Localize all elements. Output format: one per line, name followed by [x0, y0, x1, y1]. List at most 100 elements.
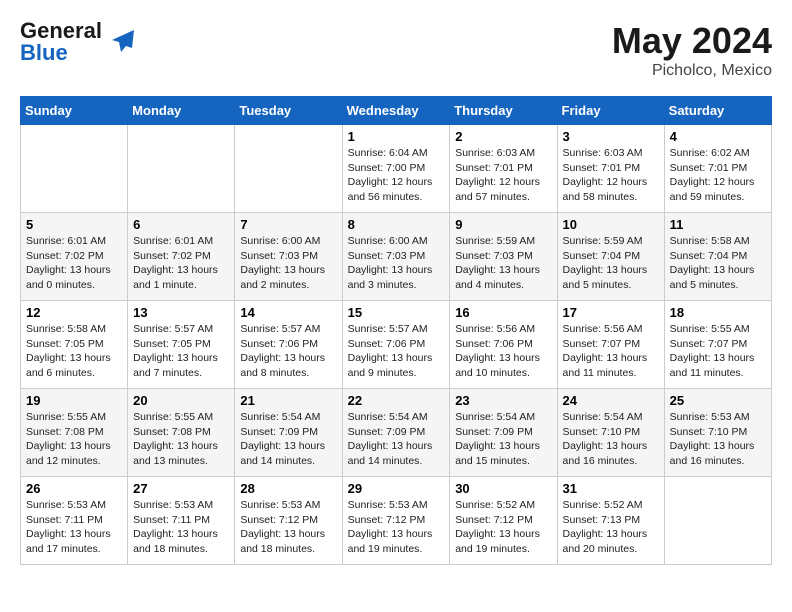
- day-number: 22: [348, 393, 445, 408]
- day-number: 1: [348, 129, 445, 144]
- calendar-cell: 18Sunrise: 5:55 AMSunset: 7:07 PMDayligh…: [664, 301, 771, 389]
- month-title: May 2024: [612, 20, 772, 62]
- day-number: 30: [455, 481, 551, 496]
- col-header-friday: Friday: [557, 97, 664, 125]
- day-info: Sunrise: 5:55 AMSunset: 7:08 PMDaylight:…: [26, 410, 122, 469]
- day-info: Sunrise: 5:52 AMSunset: 7:13 PMDaylight:…: [563, 498, 659, 557]
- calendar-cell: 31 Sunrise: 5:52 AMSunset: 7:13 PMDayligh…: [557, 477, 664, 565]
- day-info: Sunrise: 5:53 AMSunset: 7:12 PMDaylight:…: [240, 498, 336, 557]
- day-info: Sunrise: 6:00 AMSunset: 7:03 PMDaylight:…: [348, 234, 445, 293]
- day-info: Sunrise: 6:01 AMSunset: 7:02 PMDaylight:…: [26, 234, 122, 293]
- day-number: 28: [240, 481, 336, 496]
- calendar-week-3: 12 Sunrise: 5:58 AMSunset: 7:05 PMDayligh…: [21, 301, 772, 389]
- day-number: 3: [563, 129, 659, 144]
- logo-general: General: [20, 20, 102, 42]
- page-header: General Blue May 2024 Picholco, Mexico: [20, 20, 772, 80]
- day-info: Sunrise: 5:54 AMSunset: 7:09 PMDaylight:…: [348, 410, 445, 469]
- day-number: 12: [26, 305, 122, 320]
- day-info: Sunrise: 5:57 AMSunset: 7:05 PMDaylight:…: [133, 322, 229, 381]
- calendar-cell: 6Sunrise: 6:01 AMSunset: 7:02 PMDaylight…: [128, 213, 235, 301]
- calendar-week-2: 5 Sunrise: 6:01 AMSunset: 7:02 PMDaylight…: [21, 213, 772, 301]
- calendar-cell: 14Sunrise: 5:57 AMSunset: 7:06 PMDayligh…: [235, 301, 342, 389]
- day-number: 15: [348, 305, 445, 320]
- calendar-cell: 29Sunrise: 5:53 AMSunset: 7:12 PMDayligh…: [342, 477, 450, 565]
- day-number: 13: [133, 305, 229, 320]
- day-number: 10: [563, 217, 659, 232]
- day-number: 16: [455, 305, 551, 320]
- calendar-cell: 7 Sunrise: 6:00 AMSunset: 7:03 PMDaylight…: [235, 213, 342, 301]
- day-number: 8: [348, 217, 445, 232]
- day-number: 25: [670, 393, 766, 408]
- calendar-cell: 3Sunrise: 6:03 AMSunset: 7:01 PMDaylight…: [557, 125, 664, 213]
- day-info: Sunrise: 5:54 AMSunset: 7:10 PMDaylight:…: [563, 410, 659, 469]
- calendar-cell: [664, 477, 771, 565]
- day-info: Sunrise: 6:03 AMSunset: 7:01 PMDaylight:…: [455, 146, 551, 205]
- calendar-cell: 5 Sunrise: 6:01 AMSunset: 7:02 PMDaylight…: [21, 213, 128, 301]
- day-number: 4: [670, 129, 766, 144]
- calendar-cell: 9Sunrise: 5:59 AMSunset: 7:03 PMDaylight…: [450, 213, 557, 301]
- day-info: Sunrise: 5:52 AMSunset: 7:12 PMDaylight:…: [455, 498, 551, 557]
- calendar-cell: [21, 125, 128, 213]
- calendar-week-5: 26Sunrise: 5:53 AMSunset: 7:11 PMDayligh…: [21, 477, 772, 565]
- calendar-cell: 23 Sunrise: 5:54 AMSunset: 7:09 PMDayligh…: [450, 389, 557, 477]
- logo: General Blue: [20, 20, 138, 64]
- day-number: 19: [26, 393, 122, 408]
- day-number: 5: [26, 217, 122, 232]
- calendar-week-1: 1Sunrise: 6:04 AMSunset: 7:00 PMDaylight…: [21, 125, 772, 213]
- location: Picholco, Mexico: [612, 62, 772, 80]
- day-info: Sunrise: 6:01 AMSunset: 7:02 PMDaylight:…: [133, 234, 229, 293]
- day-number: 31: [563, 481, 659, 496]
- col-header-sunday: Sunday: [21, 97, 128, 125]
- day-number: 14: [240, 305, 336, 320]
- col-header-saturday: Saturday: [664, 97, 771, 125]
- calendar-cell: 2 Sunrise: 6:03 AMSunset: 7:01 PMDaylight…: [450, 125, 557, 213]
- calendar-cell: 21Sunrise: 5:54 AMSunset: 7:09 PMDayligh…: [235, 389, 342, 477]
- day-number: 26: [26, 481, 122, 496]
- col-header-wednesday: Wednesday: [342, 97, 450, 125]
- day-info: Sunrise: 5:56 AMSunset: 7:07 PMDaylight:…: [563, 322, 659, 381]
- day-number: 23: [455, 393, 551, 408]
- day-number: 21: [240, 393, 336, 408]
- day-info: Sunrise: 5:54 AMSunset: 7:09 PMDaylight:…: [455, 410, 551, 469]
- day-number: 7: [240, 217, 336, 232]
- day-number: 27: [133, 481, 229, 496]
- logo-blue: Blue: [20, 42, 102, 64]
- day-number: 29: [348, 481, 445, 496]
- calendar-header-row: SundayMondayTuesdayWednesdayThursdayFrid…: [21, 97, 772, 125]
- calendar-cell: 15 Sunrise: 5:57 AMSunset: 7:06 PMDayligh…: [342, 301, 450, 389]
- calendar-cell: 19 Sunrise: 5:55 AMSunset: 7:08 PMDayligh…: [21, 389, 128, 477]
- day-info: Sunrise: 5:53 AMSunset: 7:10 PMDaylight:…: [670, 410, 766, 469]
- calendar-cell: [235, 125, 342, 213]
- calendar-cell: 22 Sunrise: 5:54 AMSunset: 7:09 PMDayligh…: [342, 389, 450, 477]
- calendar-cell: 17 Sunrise: 5:56 AMSunset: 7:07 PMDayligh…: [557, 301, 664, 389]
- col-header-thursday: Thursday: [450, 97, 557, 125]
- day-info: Sunrise: 5:55 AMSunset: 7:08 PMDaylight:…: [133, 410, 229, 469]
- day-info: Sunrise: 5:59 AMSunset: 7:04 PMDaylight:…: [563, 234, 659, 293]
- calendar-cell: 10 Sunrise: 5:59 AMSunset: 7:04 PMDayligh…: [557, 213, 664, 301]
- col-header-monday: Monday: [128, 97, 235, 125]
- calendar-cell: 26Sunrise: 5:53 AMSunset: 7:11 PMDayligh…: [21, 477, 128, 565]
- calendar-cell: 25 Sunrise: 5:53 AMSunset: 7:10 PMDayligh…: [664, 389, 771, 477]
- day-number: 17: [563, 305, 659, 320]
- logo-icon: [106, 24, 138, 56]
- calendar-cell: 1Sunrise: 6:04 AMSunset: 7:00 PMDaylight…: [342, 125, 450, 213]
- calendar-week-4: 19 Sunrise: 5:55 AMSunset: 7:08 PMDayligh…: [21, 389, 772, 477]
- calendar-cell: 12 Sunrise: 5:58 AMSunset: 7:05 PMDayligh…: [21, 301, 128, 389]
- day-number: 20: [133, 393, 229, 408]
- title-block: May 2024 Picholco, Mexico: [612, 20, 772, 80]
- col-header-tuesday: Tuesday: [235, 97, 342, 125]
- day-info: Sunrise: 5:59 AMSunset: 7:03 PMDaylight:…: [455, 234, 551, 293]
- day-info: Sunrise: 6:00 AMSunset: 7:03 PMDaylight:…: [240, 234, 336, 293]
- calendar-cell: 27Sunrise: 5:53 AMSunset: 7:11 PMDayligh…: [128, 477, 235, 565]
- calendar-cell: 13 Sunrise: 5:57 AMSunset: 7:05 PMDayligh…: [128, 301, 235, 389]
- calendar-cell: 16 Sunrise: 5:56 AMSunset: 7:06 PMDayligh…: [450, 301, 557, 389]
- day-info: Sunrise: 5:56 AMSunset: 7:06 PMDaylight:…: [455, 322, 551, 381]
- day-info: Sunrise: 6:02 AMSunset: 7:01 PMDaylight:…: [670, 146, 766, 205]
- calendar-cell: 4 Sunrise: 6:02 AMSunset: 7:01 PMDaylight…: [664, 125, 771, 213]
- day-number: 2: [455, 129, 551, 144]
- day-info: Sunrise: 5:57 AMSunset: 7:06 PMDaylight:…: [348, 322, 445, 381]
- day-info: Sunrise: 5:58 AMSunset: 7:05 PMDaylight:…: [26, 322, 122, 381]
- calendar-cell: 24Sunrise: 5:54 AMSunset: 7:10 PMDayligh…: [557, 389, 664, 477]
- calendar-cell: 11Sunrise: 5:58 AMSunset: 7:04 PMDayligh…: [664, 213, 771, 301]
- calendar-cell: 8 Sunrise: 6:00 AMSunset: 7:03 PMDaylight…: [342, 213, 450, 301]
